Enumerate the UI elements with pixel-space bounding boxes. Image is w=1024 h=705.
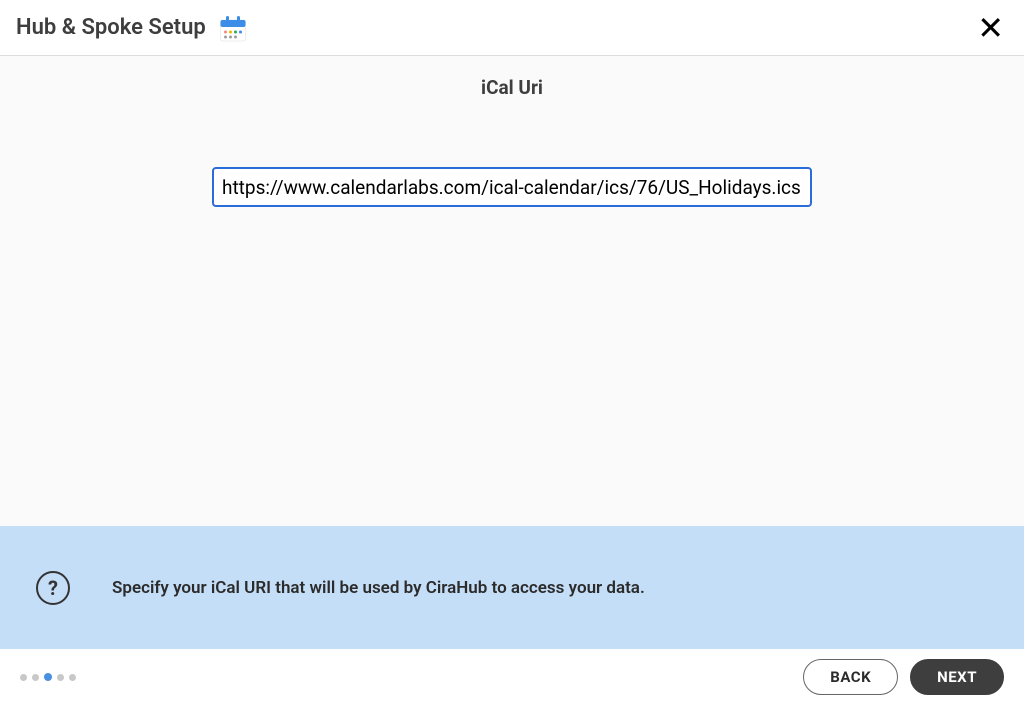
- progress-dot: [32, 674, 39, 681]
- help-text: Specify your iCal URI that will be used …: [112, 578, 645, 598]
- section-title: iCal Uri: [481, 76, 543, 99]
- ical-uri-input[interactable]: [212, 167, 812, 207]
- progress-dot: [20, 674, 27, 681]
- progress-dots: [20, 673, 76, 681]
- calendar-icon: [218, 13, 248, 43]
- progress-dot: [69, 674, 76, 681]
- ical-uri-field-wrap: [212, 167, 812, 207]
- close-icon[interactable]: ✕: [969, 8, 1012, 48]
- back-button[interactable]: BACK: [803, 659, 898, 695]
- footer-actions: BACK NEXT: [803, 659, 1004, 695]
- dialog-content: iCal Uri: [0, 56, 1024, 526]
- help-icon: ?: [36, 571, 70, 605]
- progress-dot: [57, 674, 64, 681]
- dialog-title-wrap: Hub & Spoke Setup: [16, 13, 248, 43]
- dialog-footer: BACK NEXT: [0, 649, 1024, 705]
- dialog-title: Hub & Spoke Setup: [16, 15, 206, 40]
- dialog-header: Hub & Spoke Setup ✕: [0, 0, 1024, 56]
- help-bar: ? Specify your iCal URI that will be use…: [0, 526, 1024, 649]
- next-button[interactable]: NEXT: [910, 659, 1004, 695]
- progress-dot-active: [44, 673, 52, 681]
